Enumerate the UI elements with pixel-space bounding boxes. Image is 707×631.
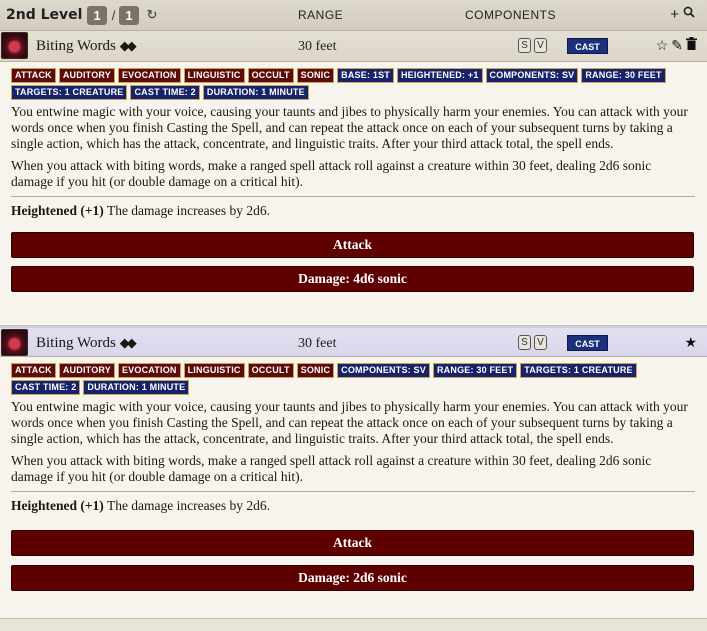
- trait-tag[interactable]: AUDITORY: [58, 68, 115, 83]
- heightened-label: Heightened (+1): [11, 498, 104, 513]
- trait-list: ATTACK AUDITORY EVOCATION LINGUISTIC OCCULT S…: [11, 363, 695, 395]
- spell-name[interactable]: Biting Words ◆◆: [36, 38, 137, 55]
- trait-tag[interactable]: ATTACK: [11, 363, 56, 378]
- row-controls: ☆ ✎: [656, 37, 697, 54]
- trait-tag[interactable]: EVOCATION: [117, 68, 181, 83]
- trait-tag[interactable]: LINGUISTIC: [183, 363, 245, 378]
- trait-tag[interactable]: TARGETS: 1 CREATURE: [11, 85, 128, 100]
- trait-tag[interactable]: AUDITORY: [58, 363, 115, 378]
- cast-button[interactable]: CAST: [567, 335, 608, 351]
- component-somatic: S: [518, 38, 531, 53]
- spell-name[interactable]: Biting Words ◆◆: [36, 335, 137, 352]
- heightened-text: The damage increases by 2d6.: [103, 498, 271, 513]
- trait-tag[interactable]: CAST TIME: 2: [11, 380, 81, 395]
- trait-tag[interactable]: OCCULT: [247, 68, 294, 83]
- spell-panel: 2nd Level 1 / 1 ↻ RANGE COMPONENTS + Bit…: [0, 0, 707, 631]
- delete-icon[interactable]: [686, 37, 697, 54]
- trait-tag[interactable]: DURATION: 1 MINUTE: [83, 380, 190, 395]
- spell-details: ATTACK AUDITORY EVOCATION LINGUISTIC OCCULT S…: [0, 62, 707, 326]
- heightened-text: The damage increases by 2d6.: [103, 203, 271, 218]
- trait-tag[interactable]: BASE: 1ST: [337, 68, 394, 83]
- two-actions-icon: ◆◆: [119, 335, 137, 350]
- search-icon[interactable]: [683, 6, 695, 23]
- trait-tag[interactable]: TARGETS: 1 CREATURE: [520, 363, 637, 378]
- spell-description-attack: When you attack with biting words, make …: [11, 453, 652, 484]
- trait-tag[interactable]: EVOCATION: [117, 363, 181, 378]
- trait-tag[interactable]: SONIC: [296, 363, 335, 378]
- refresh-icon[interactable]: ↻: [147, 7, 158, 23]
- trait-tag[interactable]: RANGE: 30 FEET: [581, 68, 666, 83]
- trait-list: ATTACK AUDITORY EVOCATION LINGUISTIC OCCULT S…: [11, 68, 695, 100]
- star-outline-icon[interactable]: ☆: [656, 37, 669, 54]
- level-header: 2nd Level 1 / 1 ↻ RANGE COMPONENTS +: [0, 0, 707, 31]
- spell-range: 30 feet: [298, 39, 337, 54]
- trait-tag[interactable]: SONIC: [296, 68, 335, 83]
- divider: [11, 196, 695, 197]
- header-controls: +: [670, 6, 695, 23]
- spell-portrait-icon: [1, 329, 28, 356]
- heightened-line: Heightened (+1) The damage increases by …: [11, 498, 695, 514]
- component-verbal: V: [534, 38, 547, 53]
- row-controls: ★: [684, 334, 697, 351]
- slot-max[interactable]: 1: [119, 5, 139, 25]
- edit-icon[interactable]: ✎: [671, 37, 683, 54]
- divider: [11, 491, 695, 492]
- spell-description: You entwine magic with your voice, causi…: [11, 399, 688, 446]
- trait-tag[interactable]: ATTACK: [11, 68, 56, 83]
- trait-tag[interactable]: COMPONENTS: SV: [485, 68, 579, 83]
- trait-tag[interactable]: HEIGHTENED: +1: [396, 68, 483, 83]
- trait-tag[interactable]: CAST TIME: 2: [130, 85, 200, 100]
- two-actions-icon: ◆◆: [119, 38, 137, 53]
- spell-row[interactable]: Biting Words ◆◆ 30 feet S V CAST ★: [0, 326, 707, 357]
- trait-tag[interactable]: COMPONENTS: SV: [337, 363, 430, 378]
- damage-button[interactable]: Damage: 4d6 sonic: [11, 266, 694, 292]
- spell-row[interactable]: Biting Words ◆◆ 30 feet S V CAST ☆ ✎: [0, 31, 707, 62]
- spell-description-attack: When you attack with biting words, make …: [11, 158, 652, 189]
- level-label: 2nd Level: [6, 7, 83, 23]
- slot-current[interactable]: 1: [87, 5, 107, 25]
- slot-separator: /: [111, 7, 116, 23]
- trait-tag[interactable]: RANGE: 30 FEET: [432, 363, 518, 378]
- cast-button[interactable]: CAST: [567, 38, 608, 54]
- damage-button[interactable]: Damage: 2d6 sonic: [11, 565, 694, 591]
- components-column-header: COMPONENTS: [465, 8, 557, 22]
- spell-description: You entwine magic with your voice, causi…: [11, 104, 688, 151]
- attack-button[interactable]: Attack: [11, 232, 694, 258]
- spell-portrait-icon: [1, 32, 28, 59]
- attack-button[interactable]: Attack: [11, 530, 694, 556]
- heightened-line: Heightened (+1) The damage increases by …: [11, 203, 695, 219]
- trait-tag[interactable]: LINGUISTIC: [183, 68, 245, 83]
- spell-range: 30 feet: [298, 336, 337, 351]
- spell-details: ATTACK AUDITORY EVOCATION LINGUISTIC OCCULT S…: [0, 357, 707, 619]
- add-icon[interactable]: +: [670, 6, 679, 23]
- heightened-label: Heightened (+1): [11, 203, 104, 218]
- trait-tag[interactable]: DURATION: 1 MINUTE: [202, 85, 309, 100]
- component-verbal: V: [534, 335, 547, 350]
- trait-tag[interactable]: OCCULT: [247, 363, 294, 378]
- component-somatic: S: [518, 335, 531, 350]
- range-column-header: RANGE: [298, 8, 344, 22]
- star-filled-icon[interactable]: ★: [684, 334, 697, 351]
